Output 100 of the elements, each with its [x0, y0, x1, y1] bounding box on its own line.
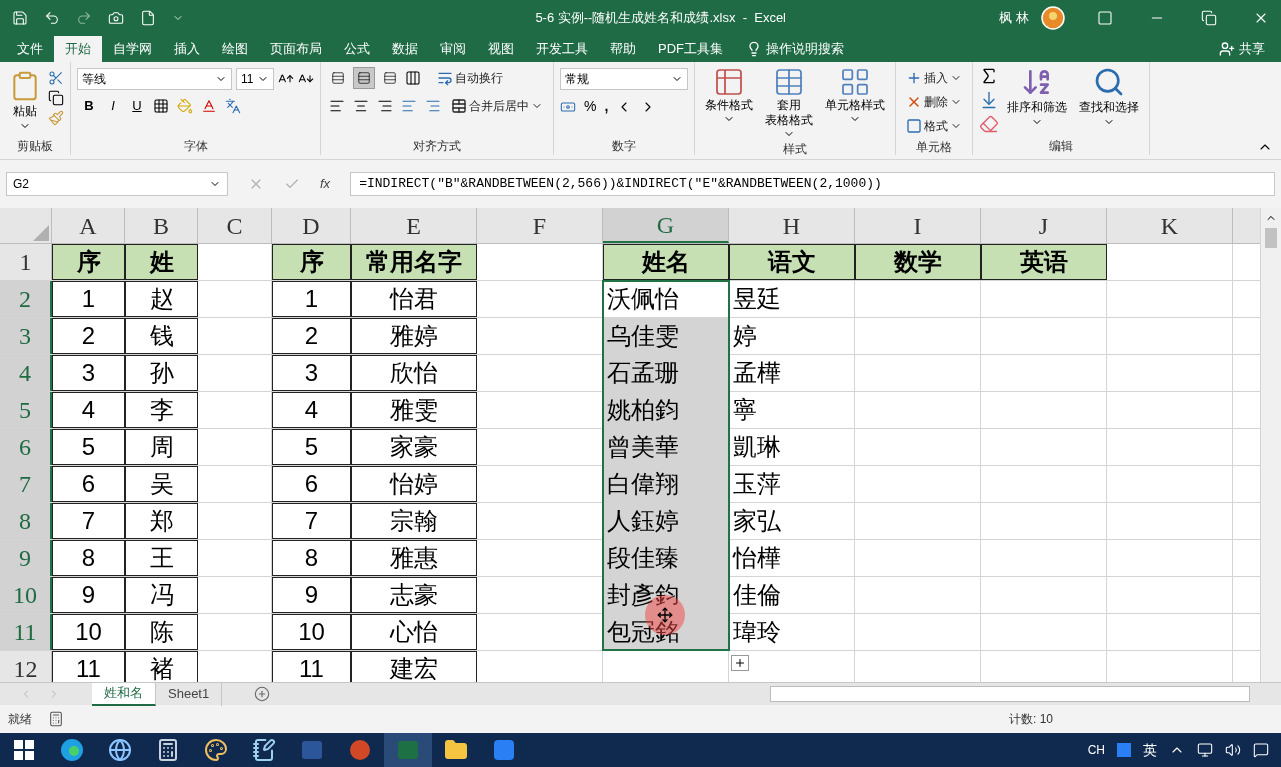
merge-center-button[interactable]: 合并后居中 — [447, 94, 547, 118]
undo-icon[interactable] — [44, 10, 60, 26]
row-header[interactable]: 12 — [0, 651, 52, 682]
ribbon-tab[interactable]: 页面布局 — [259, 36, 333, 62]
row-header[interactable]: 5 — [0, 392, 52, 428]
camera-icon[interactable] — [108, 10, 124, 26]
row-header[interactable]: 2 — [0, 281, 52, 317]
find-select-button[interactable]: 查找和选择 — [1075, 66, 1143, 128]
number-format-field[interactable]: 常规 — [560, 68, 688, 90]
row-header[interactable]: 3 — [0, 318, 52, 354]
table-cell: 序 — [52, 244, 125, 280]
restore-icon[interactable] — [1201, 10, 1217, 26]
percent-button[interactable]: % — [584, 96, 597, 117]
cell-styles-button[interactable]: 单元格样式 — [821, 66, 889, 125]
eraser-icon[interactable] — [979, 114, 999, 134]
column-header[interactable]: B — [125, 208, 198, 243]
tell-me-search[interactable]: 操作说明搜索 — [734, 36, 856, 62]
volume-icon[interactable] — [1225, 742, 1241, 758]
paste-button[interactable]: 粘贴 — [6, 66, 44, 136]
language-indicator[interactable]: CH — [1087, 741, 1105, 759]
redo-icon[interactable] — [76, 10, 92, 26]
share-button[interactable]: 共享 — [1219, 36, 1281, 62]
name-box[interactable]: G2 — [6, 172, 228, 196]
row-header[interactable]: 10 — [0, 577, 52, 613]
delete-button[interactable]: 删除 — [902, 90, 966, 114]
row-header[interactable]: 1 — [0, 244, 52, 280]
input-mode-indicator[interactable]: 英 — [1143, 739, 1157, 761]
column-header[interactable]: D — [272, 208, 351, 243]
sort-filter-button[interactable]: 排序和筛选 — [1003, 66, 1071, 128]
column-header[interactable]: E — [351, 208, 477, 243]
conditional-format-button[interactable]: 条件格式 — [701, 66, 757, 125]
network-icon[interactable] — [1197, 742, 1213, 758]
ribbon-tab[interactable]: 插入 — [163, 36, 211, 62]
ribbon-tab[interactable]: 绘图 — [211, 36, 259, 62]
table-cell: 7 — [52, 503, 125, 539]
vertical-align-button[interactable] — [353, 67, 375, 89]
vertical-scrollbar[interactable] — [1260, 208, 1281, 682]
underline-button[interactable]: U — [129, 96, 145, 116]
row-header[interactable]: 9 — [0, 540, 52, 576]
column-header[interactable]: J — [981, 208, 1107, 243]
column-header[interactable]: I — [855, 208, 981, 243]
row-header[interactable]: 11 — [0, 614, 52, 650]
row-header[interactable]: 7 — [0, 466, 52, 502]
table-cell: 3 — [52, 355, 125, 391]
column-header[interactable]: C — [198, 208, 272, 243]
copy-icon[interactable] — [48, 90, 64, 106]
ribbon-tab[interactable]: 公式 — [333, 36, 381, 62]
save-icon[interactable] — [12, 10, 28, 26]
bold-button[interactable]: B — [81, 96, 97, 116]
align-right-icon[interactable] — [375, 98, 395, 114]
wrap-text-button[interactable]: 自动换行 — [433, 66, 507, 90]
horizontal-scrollbar[interactable] — [770, 686, 1251, 702]
column-header[interactable]: G — [603, 208, 729, 243]
row-header[interactable]: 4 — [0, 355, 52, 391]
font-size-field[interactable]: 11 — [236, 68, 274, 90]
format-button[interactable]: 格式 — [902, 114, 966, 138]
word-app-icon — [300, 738, 324, 762]
formula-field[interactable]: =INDIRECT("B"&RANDBETWEEN(2,566))&INDIRECT("E"&RANDBETWEEN(2,1000)) — [350, 172, 1275, 196]
column-header[interactable]: K — [1107, 208, 1233, 243]
autofill-options-icon[interactable] — [731, 655, 749, 671]
format-table-button[interactable]: 套用 表格格式 — [761, 66, 817, 140]
orientation-icon[interactable] — [405, 70, 421, 86]
ribbon-tab[interactable]: 文件 — [6, 36, 54, 62]
font-name-field[interactable]: 等线 — [77, 68, 232, 90]
comma-button[interactable]: , — [604, 96, 609, 117]
new-file-icon[interactable] — [140, 10, 156, 26]
ribbon-tab[interactable]: 帮助 — [599, 36, 647, 62]
table-cell: 3 — [272, 355, 351, 391]
sheet-tab[interactable]: Sheet1 — [156, 682, 223, 706]
notification-icon[interactable] — [1253, 742, 1269, 758]
row-header[interactable]: 8 — [0, 503, 52, 539]
table-cell: 建宏 — [351, 651, 477, 682]
ribbon-tab[interactable]: 审阅 — [429, 36, 477, 62]
scrollbar-thumb[interactable] — [1265, 228, 1277, 248]
phonetic-icon[interactable] — [225, 97, 241, 114]
ribbon-tab[interactable]: PDF工具集 — [647, 36, 734, 62]
column-header[interactable]: A — [52, 208, 125, 243]
ribbon-tab[interactable]: 开始 — [54, 36, 102, 62]
table-cell: 雅惠 — [351, 540, 477, 576]
add-sheet-icon[interactable] — [254, 686, 271, 702]
avatar[interactable] — [1041, 6, 1065, 30]
fill-color-icon[interactable] — [177, 97, 193, 114]
insert-function-button[interactable]: fx — [320, 174, 331, 194]
ribbon-tab[interactable]: 数据 — [381, 36, 429, 62]
column-header[interactable]: H — [729, 208, 855, 243]
ribbon-display-icon[interactable] — [1097, 10, 1113, 26]
font-color-icon[interactable] — [201, 97, 217, 114]
align-center-icon[interactable] — [351, 98, 371, 114]
ribbon-tab[interactable]: 开发工具 — [525, 36, 599, 62]
row-header[interactable]: 6 — [0, 429, 52, 465]
ribbon-tab[interactable]: 自学网 — [102, 36, 163, 62]
move-cursor-icon — [657, 607, 673, 623]
cut-icon[interactable] — [48, 70, 64, 86]
sheet-tab[interactable]: 姓和名 — [92, 682, 156, 706]
border-icon[interactable] — [153, 97, 169, 114]
insert-button[interactable]: 插入 — [902, 66, 966, 90]
italic-button[interactable]: I — [105, 96, 121, 116]
align-left-icon[interactable] — [327, 98, 347, 114]
indent-icon[interactable] — [423, 98, 443, 114]
ribbon-tab[interactable]: 视图 — [477, 36, 525, 62]
